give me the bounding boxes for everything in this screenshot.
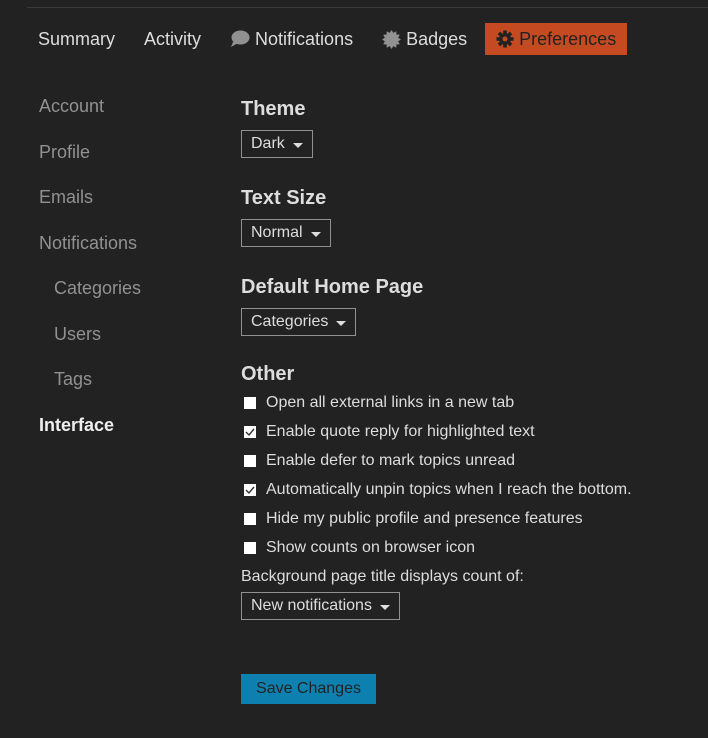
- other-heading: Other: [241, 363, 295, 385]
- comment-icon: [230, 30, 250, 48]
- option-label: Open all external links in a new tab: [266, 393, 515, 411]
- home-page-select-value: Categories: [251, 313, 329, 330]
- checkbox-checked[interactable]: [244, 425, 256, 438]
- tab-label: Summary: [38, 28, 116, 49]
- theme-section: Theme Dark: [241, 96, 632, 158]
- title-count-label: Background page title displays count of:: [241, 568, 524, 585]
- theme-select-value: Dark: [251, 135, 285, 152]
- tab-label: Notifications: [255, 28, 354, 49]
- option-row[interactable]: Hide my public profile and presence feat…: [241, 504, 632, 533]
- tab-activity[interactable]: Activity: [133, 23, 212, 55]
- tab-label: Preferences: [519, 28, 617, 49]
- option-label: Automatically unpin topics when I reach …: [266, 480, 632, 498]
- text-size-select[interactable]: Normal: [241, 219, 331, 247]
- theme-select[interactable]: Dark: [241, 130, 313, 158]
- sidebar-item-notifications[interactable]: Notifications: [39, 232, 141, 278]
- option-label: Show counts on browser icon: [266, 538, 475, 556]
- tab-badges[interactable]: Badges: [371, 23, 478, 55]
- option-row[interactable]: Open all external links in a new tab: [241, 388, 632, 417]
- option-label: Hide my public profile and presence feat…: [266, 509, 583, 527]
- caret-down-icon: [292, 142, 303, 148]
- option-row[interactable]: Show counts on browser icon: [241, 533, 632, 562]
- header-divider: [27, 7, 708, 8]
- gear-icon: [496, 30, 514, 48]
- home-page-section: Default Home Page Categories: [241, 274, 632, 336]
- title-count-select-value: New notifications: [251, 597, 372, 614]
- preferences-sidebar: Account Profile Emails Notifications Cat…: [39, 95, 141, 459]
- sidebar-item-account[interactable]: Account: [39, 95, 141, 141]
- caret-down-icon: [379, 604, 390, 610]
- sidebar-item-users[interactable]: Users: [39, 323, 141, 369]
- option-label: Enable quote reply for highlighted text: [266, 422, 535, 440]
- option-row[interactable]: Enable quote reply for highlighted text: [241, 417, 632, 446]
- certificate-icon: [382, 29, 402, 49]
- tab-label: Activity: [144, 28, 202, 49]
- user-nav-tabs: Summary Activity Notifications Badges Pr…: [27, 23, 634, 55]
- text-size-heading: Text Size: [241, 187, 327, 209]
- home-page-select[interactable]: Categories: [241, 308, 357, 336]
- other-section: Other Open all external links in a new t…: [241, 361, 632, 620]
- checkmark-icon: [245, 428, 255, 436]
- home-page-heading: Default Home Page: [241, 276, 424, 298]
- checkmark-icon: [245, 486, 255, 494]
- title-count-select[interactable]: New notifications: [241, 592, 400, 620]
- tab-notifications[interactable]: Notifications: [219, 23, 364, 55]
- option-row[interactable]: Enable defer to mark topics unread: [241, 446, 632, 475]
- checkbox-unchecked[interactable]: [244, 396, 256, 409]
- tab-summary[interactable]: Summary: [27, 23, 126, 55]
- tab-label: Badges: [406, 28, 468, 49]
- text-size-section: Text Size Normal: [241, 185, 632, 247]
- interface-preferences: Theme Dark Text Size Normal Default Home…: [241, 96, 632, 620]
- sidebar-item-tags[interactable]: Tags: [39, 368, 141, 414]
- save-changes-button[interactable]: Save Changes: [241, 674, 376, 704]
- checkbox-unchecked[interactable]: [244, 512, 256, 525]
- checkbox-unchecked[interactable]: [244, 454, 256, 467]
- caret-down-icon: [336, 320, 347, 326]
- sidebar-item-profile[interactable]: Profile: [39, 141, 141, 187]
- option-row[interactable]: Automatically unpin topics when I reach …: [241, 475, 632, 504]
- tab-preferences[interactable]: Preferences: [485, 23, 628, 55]
- other-options: Open all external links in a new tab Enab…: [241, 388, 632, 562]
- checkbox-checked[interactable]: [244, 483, 256, 496]
- text-size-select-value: Normal: [251, 224, 303, 241]
- sidebar-item-interface[interactable]: Interface: [39, 414, 141, 460]
- checkbox-unchecked[interactable]: [244, 541, 256, 554]
- sidebar-item-emails[interactable]: Emails: [39, 186, 141, 232]
- option-label: Enable defer to mark topics unread: [266, 451, 516, 469]
- caret-down-icon: [310, 231, 321, 237]
- sidebar-item-categories[interactable]: Categories: [39, 277, 141, 323]
- theme-heading: Theme: [241, 98, 306, 120]
